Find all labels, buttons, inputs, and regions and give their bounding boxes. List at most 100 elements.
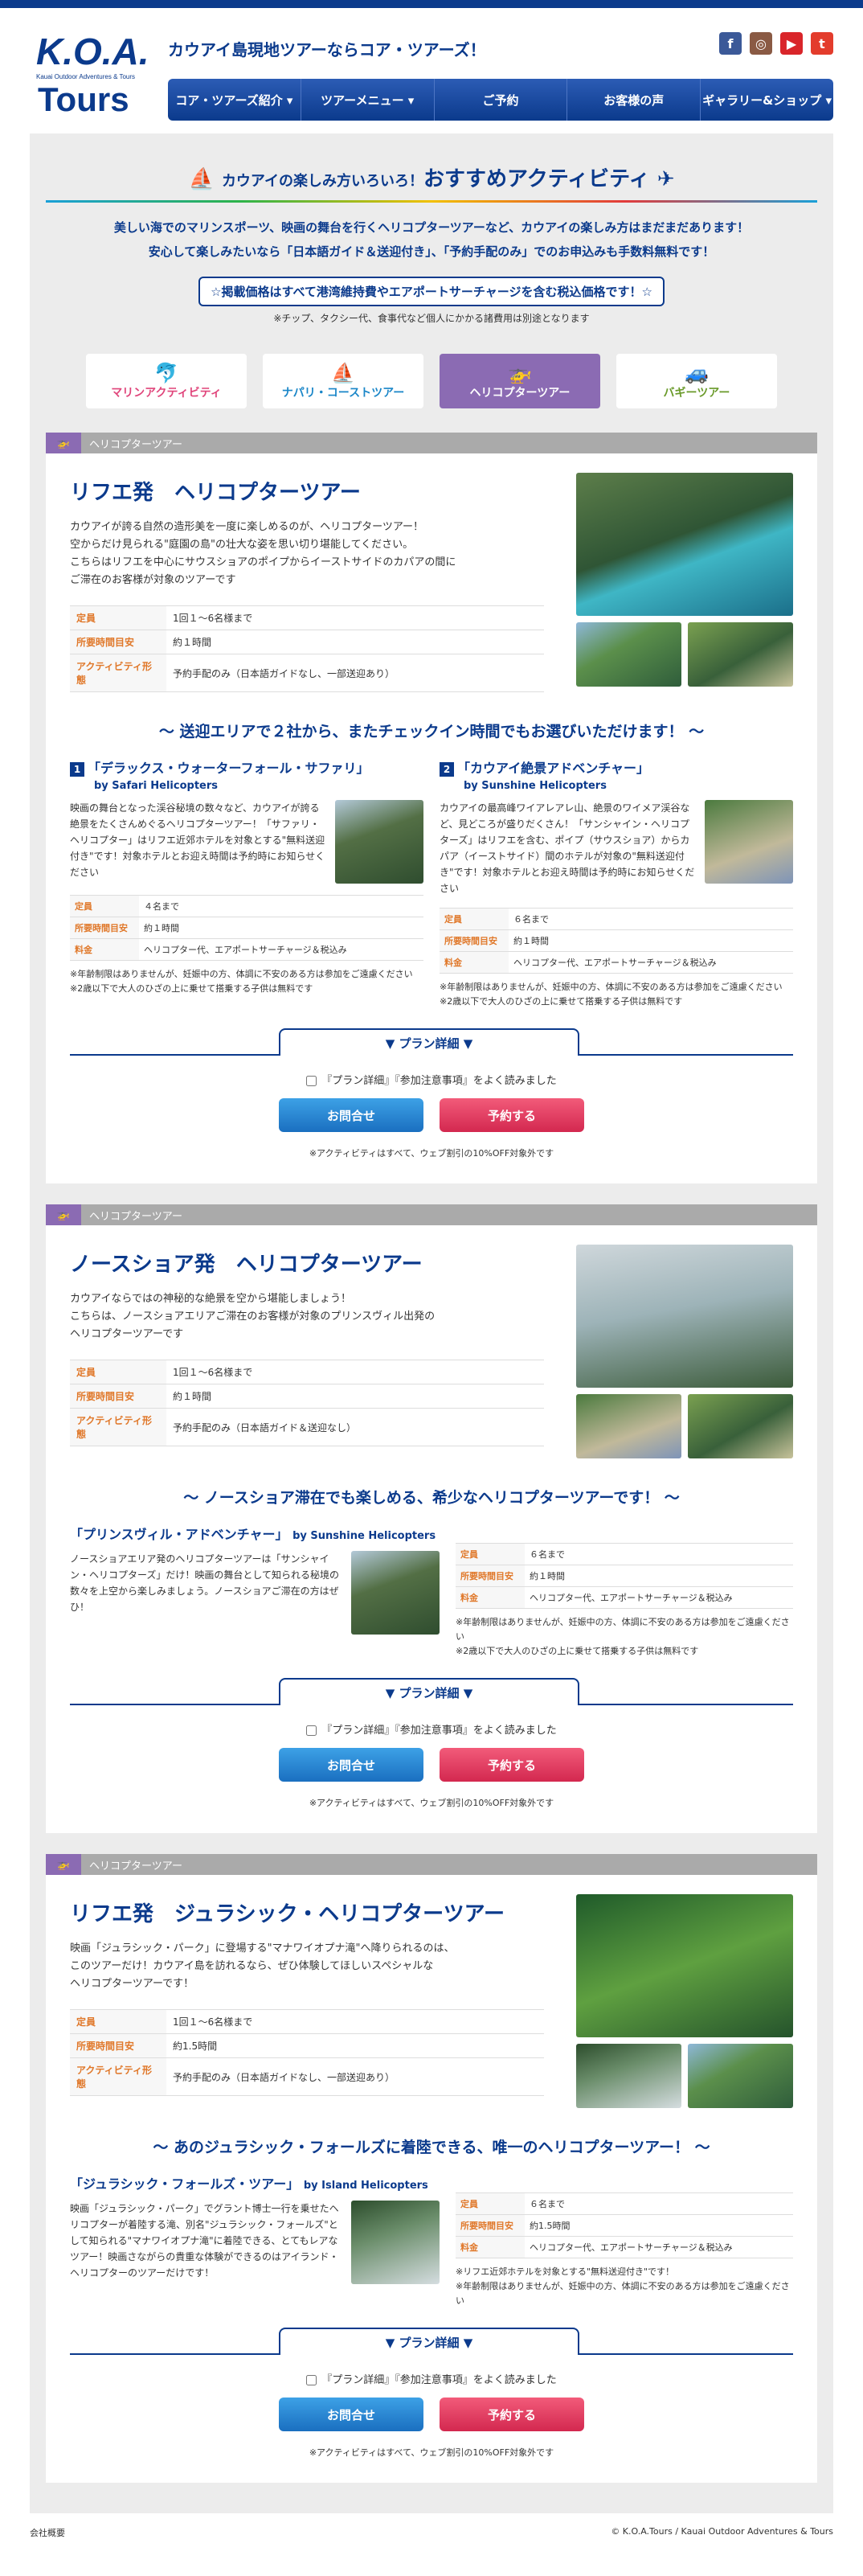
info-key: 定員 xyxy=(456,2192,525,2215)
waterfall-photo xyxy=(351,2201,440,2284)
tab-marine[interactable]: 🐬 マリンアクティビティ xyxy=(86,354,247,408)
tour-description: 映画「ジュラシック・パーク」に登場する"マナワイオプナ滝"へ降りられるのは、 こ… xyxy=(70,1940,544,1993)
info-value: ６名まで xyxy=(509,908,793,930)
inquiry-button[interactable]: お問合せ xyxy=(279,2398,423,2431)
valley-photo xyxy=(576,622,681,687)
intro-text: 美しい海でのマリンスポーツ、映画の舞台を行くヘリコプターツアーなど、カウアイの楽… xyxy=(46,215,817,264)
info-value: 約1.5時間 xyxy=(525,2214,793,2237)
koa-tours-logo[interactable]: K.O.A. Kauai Outdoor Adventures & Tours … xyxy=(30,26,150,114)
plan-info-table: 定員 ６名まで 所要時間目安 約1.5時間 料金 ヘリコプター代、エアポートサーチャー… xyxy=(456,2192,793,2258)
agree-label: 『プラン詳細』『参加注意事項』をよく読みました xyxy=(321,1725,557,1737)
twitter-icon[interactable]: t xyxy=(811,32,833,55)
buggy-icon: 🚙 xyxy=(685,362,709,384)
agree-checkbox[interactable] xyxy=(306,1076,317,1086)
plan-info-table: 定員 ６名まで 所要時間目安 約１時間 料金 ヘリコプター代、エアポートサーチャージ＆… xyxy=(456,1543,793,1609)
agree-row: 『プラン詳細』『参加注意事項』をよく読みました xyxy=(70,2371,793,2386)
info-value: ６名まで xyxy=(525,1543,793,1565)
agree-row: 『プラン詳細』『参加注意事項』をよく読みました xyxy=(70,1072,793,1087)
tab-napali-label: ナパリ・コーストツアー xyxy=(281,387,405,400)
tour-photos xyxy=(576,1894,793,2108)
tab-helicopter-label: ヘリコプターツアー xyxy=(469,387,571,400)
inquiry-button[interactable]: お問合せ xyxy=(279,1748,423,1782)
nav-tour-menu[interactable]: ツアーメニュー ▾ xyxy=(301,79,435,121)
plan-note: ※年齢制限はありませんが、妊娠中の方、体調に不安のある方は参加をご遠慮ください xyxy=(70,969,413,979)
agree-label: 『プラン詳細』『参加注意事項』をよく読みました xyxy=(321,1075,557,1087)
info-key: 料金 xyxy=(70,938,139,961)
agree-checkbox[interactable] xyxy=(306,2375,317,2385)
tab-helicopter[interactable]: 🚁 ヘリコプターツアー xyxy=(440,354,600,408)
mountain-photo xyxy=(576,1245,793,1388)
facebook-icon[interactable]: f xyxy=(719,32,742,55)
plan-title-text: 「カウアイ絶景アドベンチャー」 xyxy=(457,761,650,776)
info-value: 予約手配のみ（日本語ガイド＆送迎なし） xyxy=(166,1408,544,1446)
action-buttons: お問合せ 予約する xyxy=(70,1748,793,1782)
plan-note: ※年齢制限はありませんが、妊娠中の方、体調に不安のある方は参加をご遠慮ください xyxy=(456,2281,790,2306)
nav-booking[interactable]: ご予約 xyxy=(435,79,568,121)
info-value: 予約手配のみ（日本語ガイドなし、一部送迎あり） xyxy=(166,2057,544,2096)
info-value: 約１時間 xyxy=(166,630,544,654)
info-key: 定員 xyxy=(456,1543,525,1565)
plan-card: 1 「デラックス・ウォーターフォール・サファリ」 by Safari Helico… xyxy=(70,757,423,1009)
book-button[interactable]: 予約する xyxy=(440,1098,584,1132)
sub-heading: 〜 ノースショア滞在でも楽しめる、希少なヘリコプターツアーです！ 〜 xyxy=(183,1489,680,1507)
tour-info-table: 定員 1回１〜6名様まで 所要時間目安 約1.5時間 アクティビティ形態 予約手配のみ… xyxy=(70,2009,544,2096)
plan-detail-bar: ▼ プラン詳細 ▼ xyxy=(70,2328,793,2355)
info-key: アクティビティ形態 xyxy=(70,2057,166,2096)
web-discount-note: ※アクティビティはすべて、ウェブ割引の10%OFF対象外です xyxy=(309,2447,554,2458)
nav-gallery-shop[interactable]: ギャラリー&ショップ ▾ xyxy=(701,79,833,121)
dolphin-icon: 🐬 xyxy=(154,362,178,384)
plan-detail-button[interactable]: ▼ プラン詳細 ▼ xyxy=(279,1028,579,1056)
nav-about[interactable]: コア・ツアーズ紹介 ▾ xyxy=(168,79,301,121)
action-buttons: お問合せ 予約する xyxy=(70,1098,793,1132)
plan-detail-button[interactable]: ▼ プラン詳細 ▼ xyxy=(279,1678,579,1705)
agree-checkbox[interactable] xyxy=(306,1725,317,1736)
info-key: 所要時間目安 xyxy=(70,1384,166,1409)
tour-description: カウアイが誇る自然の造形美を一度に楽しめるのが、ヘリコプターツアー！ 空からだけ… xyxy=(70,519,544,589)
youtube-icon[interactable]: ▶ xyxy=(780,32,803,55)
agree-label: 『プラン詳細』『参加注意事項』をよく読みました xyxy=(321,2374,557,2386)
helicopter-landing-photo xyxy=(576,1894,793,2037)
price-notice: ☆掲載価格はすべて港湾維持費やエアポートサーチャージを含む税込価格です！☆ xyxy=(198,277,665,306)
info-key: 定員 xyxy=(70,1360,166,1384)
book-button[interactable]: 予約する xyxy=(440,1748,584,1782)
plan-note: ※2歳以下で大人のひざの上に乗せて搭乗する子供は無料です xyxy=(456,1646,699,1656)
footer-company-link[interactable]: 会社概要 xyxy=(30,2526,65,2539)
tour-desc-line: ヘリコプターツアーです xyxy=(70,1328,184,1340)
tour-desc-line: 空からだけ見られる"庭園の島"の壮大な姿を思い切り堪能してください。 xyxy=(70,539,414,551)
web-discount-note: ※アクティビティはすべて、ウェブ割引の10%OFF対象外です xyxy=(309,1148,554,1159)
tour-photos xyxy=(576,1245,793,1458)
intro-line-1: 美しい海でのマリンスポーツ、映画の舞台を行くヘリコプターツアーなど、カウアイの楽… xyxy=(113,220,750,235)
helicopter-icon: 🚁 xyxy=(46,1204,81,1225)
svg-text:Tours: Tours xyxy=(38,80,129,114)
info-value: 約１時間 xyxy=(139,917,423,939)
info-key: 定員 xyxy=(70,605,166,630)
instagram-icon[interactable]: ◎ xyxy=(750,32,772,55)
info-key: アクティビティ形態 xyxy=(70,1408,166,1446)
tab-buggy[interactable]: 🚙 バギーツアー xyxy=(616,354,777,408)
helicopter-photo xyxy=(335,800,423,884)
tour-description: カウアイならではの神秘的な絶景を空から堪能しましょう！ こちらは、ノースショアエ… xyxy=(70,1290,544,1343)
tour-title: ノースショア発 ヘリコプターツアー xyxy=(70,1253,423,1277)
book-button[interactable]: 予約する xyxy=(440,2398,584,2431)
tab-buggy-label: バギーツアー xyxy=(663,387,730,400)
site-header: K.O.A. Kauai Outdoor Adventures & Tours … xyxy=(30,8,833,121)
cliff-photo xyxy=(688,622,793,687)
plan-detail-bar: ▼ プラン詳細 ▼ xyxy=(70,1678,793,1705)
plan-detail-button[interactable]: ▼ プラン詳細 ▼ xyxy=(279,2328,579,2355)
info-value: ４名まで xyxy=(139,895,423,917)
svg-text:K.O.A.: K.O.A. xyxy=(36,31,149,72)
plan-description: カウアイの最高峰ワイアレアレ山、絶景のワイメア渓谷など、見どころが盛りだくさん！… xyxy=(440,802,695,894)
info-key: 所要時間目安 xyxy=(440,929,509,952)
info-value: 1回１〜6名様まで xyxy=(166,2009,544,2034)
waterfall-photo xyxy=(576,2044,681,2108)
intro-title: ⛵ カウアイの楽しみ方いろいろ！おすすめアクティビティ ✈ xyxy=(46,162,817,192)
plan-operator: by Sunshine Helicopters xyxy=(464,780,607,792)
info-key: 料金 xyxy=(440,951,509,974)
tab-napali[interactable]: ⛵ ナパリ・コーストツアー xyxy=(263,354,423,408)
inquiry-button[interactable]: お問合せ xyxy=(279,1098,423,1132)
info-key: 定員 xyxy=(70,2009,166,2034)
plan-operator: by Sunshine Helicopters xyxy=(292,1530,436,1542)
info-value: ヘリコプター代、エアポートサーチャージ＆税込み xyxy=(509,951,793,974)
info-key: 定員 xyxy=(70,895,139,917)
nav-testimonials[interactable]: お客様の声 xyxy=(567,79,701,121)
